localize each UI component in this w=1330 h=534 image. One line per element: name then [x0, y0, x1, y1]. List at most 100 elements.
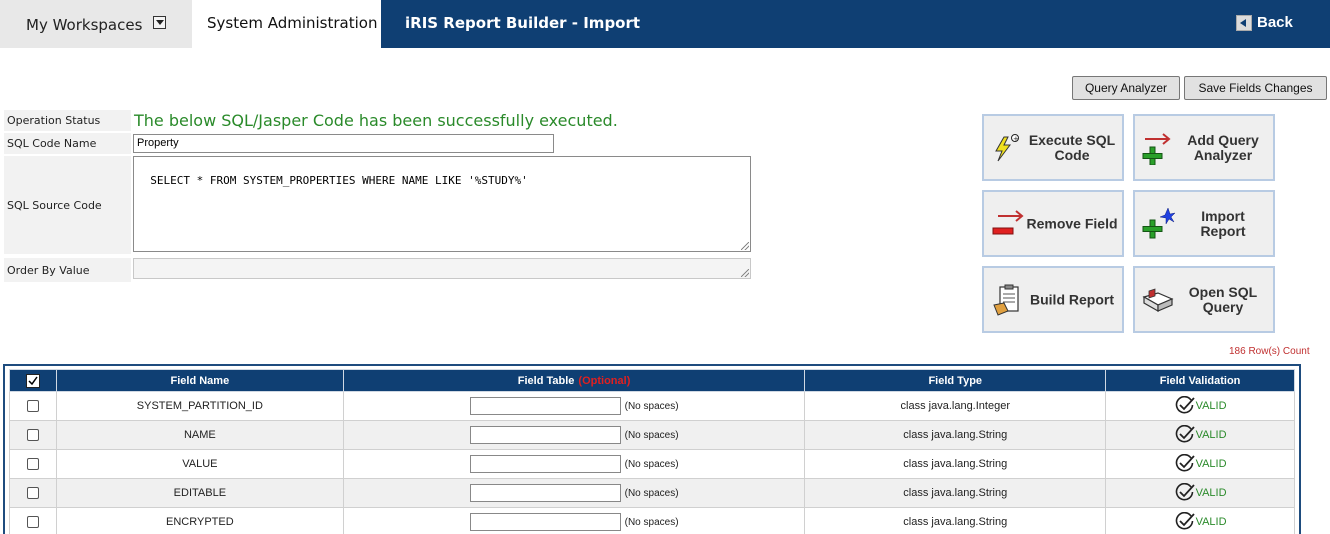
import-report-label: Import Report	[1177, 209, 1269, 239]
open-book-icon	[1141, 283, 1175, 317]
sql-code-name-label: SQL Code Name	[4, 133, 131, 154]
resize-grip-icon[interactable]	[741, 242, 749, 250]
table-header-row: Field Name Field Table(Optional) Field T…	[10, 370, 1295, 392]
field-type-cell: class java.lang.String	[805, 479, 1106, 508]
table-row: VALUE (No spaces) class java.lang.String…	[10, 450, 1295, 479]
field-type-cell: class java.lang.String	[805, 450, 1106, 479]
field-name-cell: ENCRYPTED	[56, 508, 343, 534]
field-table-header-label: Field Table	[518, 375, 575, 387]
check-circle-icon	[1174, 396, 1196, 416]
sql-source-code-text: SELECT * FROM SYSTEM_PROPERTIES WHERE NA…	[150, 174, 528, 187]
remove-field-button[interactable]: Remove Field	[982, 190, 1124, 257]
lightning-bolt-icon: +	[990, 131, 1024, 165]
top-navigation-bar: My Workspaces System Administration iRIS…	[0, 0, 1330, 48]
field-name-cell: NAME	[56, 421, 343, 450]
field-name-cell: VALUE	[56, 450, 343, 479]
order-by-value-textarea[interactable]	[133, 258, 751, 279]
field-table-input[interactable]	[470, 484, 621, 502]
fields-table: Field Name Field Table(Optional) Field T…	[9, 369, 1295, 534]
row-select-cell	[10, 450, 57, 479]
field-name-header: Field Name	[56, 370, 343, 392]
field-validation-cell: VALID	[1106, 450, 1295, 479]
valid-label: VALID	[1196, 487, 1227, 499]
svg-text:+: +	[1013, 135, 1019, 143]
row-select-cell	[10, 508, 57, 534]
save-fields-changes-button[interactable]: Save Fields Changes	[1184, 76, 1327, 100]
field-name-cell: EDITABLE	[56, 479, 343, 508]
select-all-checkbox-icon[interactable]	[26, 374, 40, 388]
open-sql-query-label: Open SQL Query	[1177, 285, 1269, 315]
open-sql-query-button[interactable]: Open SQL Query	[1133, 266, 1275, 333]
field-validation-cell: VALID	[1106, 508, 1295, 534]
row-checkbox[interactable]	[27, 400, 39, 412]
row-checkbox[interactable]	[27, 458, 39, 470]
execute-sql-code-button[interactable]: + Execute SQL Code	[982, 114, 1124, 181]
field-type-cell: class java.lang.String	[805, 508, 1106, 534]
add-query-analyzer-label: Add Query Analyzer	[1177, 133, 1269, 163]
check-circle-icon	[1174, 425, 1196, 445]
no-spaces-hint: (No spaces)	[625, 401, 679, 412]
tab-system-administration[interactable]: System Administration	[192, 0, 381, 48]
tab-my-workspaces[interactable]: My Workspaces	[0, 0, 192, 48]
field-table-cell: (No spaces)	[343, 479, 805, 508]
import-star-icon	[1141, 207, 1175, 241]
valid-label: VALID	[1196, 516, 1227, 528]
resize-grip-icon[interactable]	[741, 269, 749, 277]
check-circle-icon	[1174, 483, 1196, 503]
execute-sql-code-label: Execute SQL Code	[1026, 133, 1118, 163]
field-validation-cell: VALID	[1106, 421, 1295, 450]
page-title: iRIS Report Builder - Import	[405, 14, 640, 32]
no-spaces-hint: (No spaces)	[625, 459, 679, 470]
sql-code-name-input[interactable]: Property	[133, 134, 554, 153]
field-table-cell: (No spaces)	[343, 450, 805, 479]
table-row: SYSTEM_PARTITION_ID (No spaces) class ja…	[10, 392, 1295, 421]
table-row: NAME (No spaces) class java.lang.String …	[10, 421, 1295, 450]
dropdown-arrow-icon[interactable]	[153, 16, 166, 29]
field-table-cell: (No spaces)	[343, 508, 805, 534]
field-validation-cell: VALID	[1106, 392, 1295, 421]
remove-field-label: Remove Field	[1026, 216, 1118, 231]
field-table-header: Field Table(Optional)	[343, 370, 805, 392]
fields-table-container: Field Name Field Table(Optional) Field T…	[3, 364, 1301, 534]
select-all-header[interactable]	[10, 370, 57, 392]
field-table-input[interactable]	[470, 397, 621, 415]
operation-status-message: The below SQL/Jasper Code has been succe…	[134, 111, 618, 130]
order-by-value-label: Order By Value	[4, 258, 131, 282]
back-arrow-icon	[1236, 15, 1252, 31]
sql-source-code-textarea[interactable]: SELECT * FROM SYSTEM_PROPERTIES WHERE NA…	[133, 156, 751, 252]
field-table-cell: (No spaces)	[343, 421, 805, 450]
build-report-label: Build Report	[1026, 292, 1118, 307]
tab-system-administration-label: System Administration	[207, 14, 377, 32]
check-circle-icon	[1174, 512, 1196, 532]
valid-label: VALID	[1196, 458, 1227, 470]
row-checkbox[interactable]	[27, 487, 39, 499]
row-select-cell	[10, 392, 57, 421]
row-checkbox[interactable]	[27, 516, 39, 528]
row-select-cell	[10, 421, 57, 450]
field-table-input[interactable]	[470, 455, 621, 473]
field-table-input[interactable]	[470, 513, 621, 531]
import-report-button[interactable]: Import Report	[1133, 190, 1275, 257]
clipboard-icon	[990, 283, 1024, 317]
field-name-cell: SYSTEM_PARTITION_ID	[56, 392, 343, 421]
add-query-analyzer-button[interactable]: Add Query Analyzer	[1133, 114, 1275, 181]
field-type-cell: class java.lang.Integer	[805, 392, 1106, 421]
valid-label: VALID	[1196, 400, 1227, 412]
field-table-cell: (No spaces)	[343, 392, 805, 421]
field-table-input[interactable]	[470, 426, 621, 444]
field-validation-cell: VALID	[1106, 479, 1295, 508]
field-type-cell: class java.lang.String	[805, 421, 1106, 450]
field-validation-header: Field Validation	[1106, 370, 1295, 392]
tab-my-workspaces-label: My Workspaces	[26, 16, 142, 34]
row-checkbox[interactable]	[27, 429, 39, 441]
sql-source-code-label: SQL Source Code	[4, 156, 131, 254]
back-button-label: Back	[1257, 14, 1293, 31]
query-analyzer-button[interactable]: Query Analyzer	[1072, 76, 1180, 100]
row-select-cell	[10, 479, 57, 508]
operation-status-label: Operation Status	[4, 110, 131, 131]
add-arrow-icon	[1141, 131, 1175, 165]
row-count: 186 Row(s) Count	[1229, 346, 1310, 357]
back-button[interactable]: Back	[1236, 14, 1293, 31]
build-report-button[interactable]: Build Report	[982, 266, 1124, 333]
table-row: ENCRYPTED (No spaces) class java.lang.St…	[10, 508, 1295, 534]
